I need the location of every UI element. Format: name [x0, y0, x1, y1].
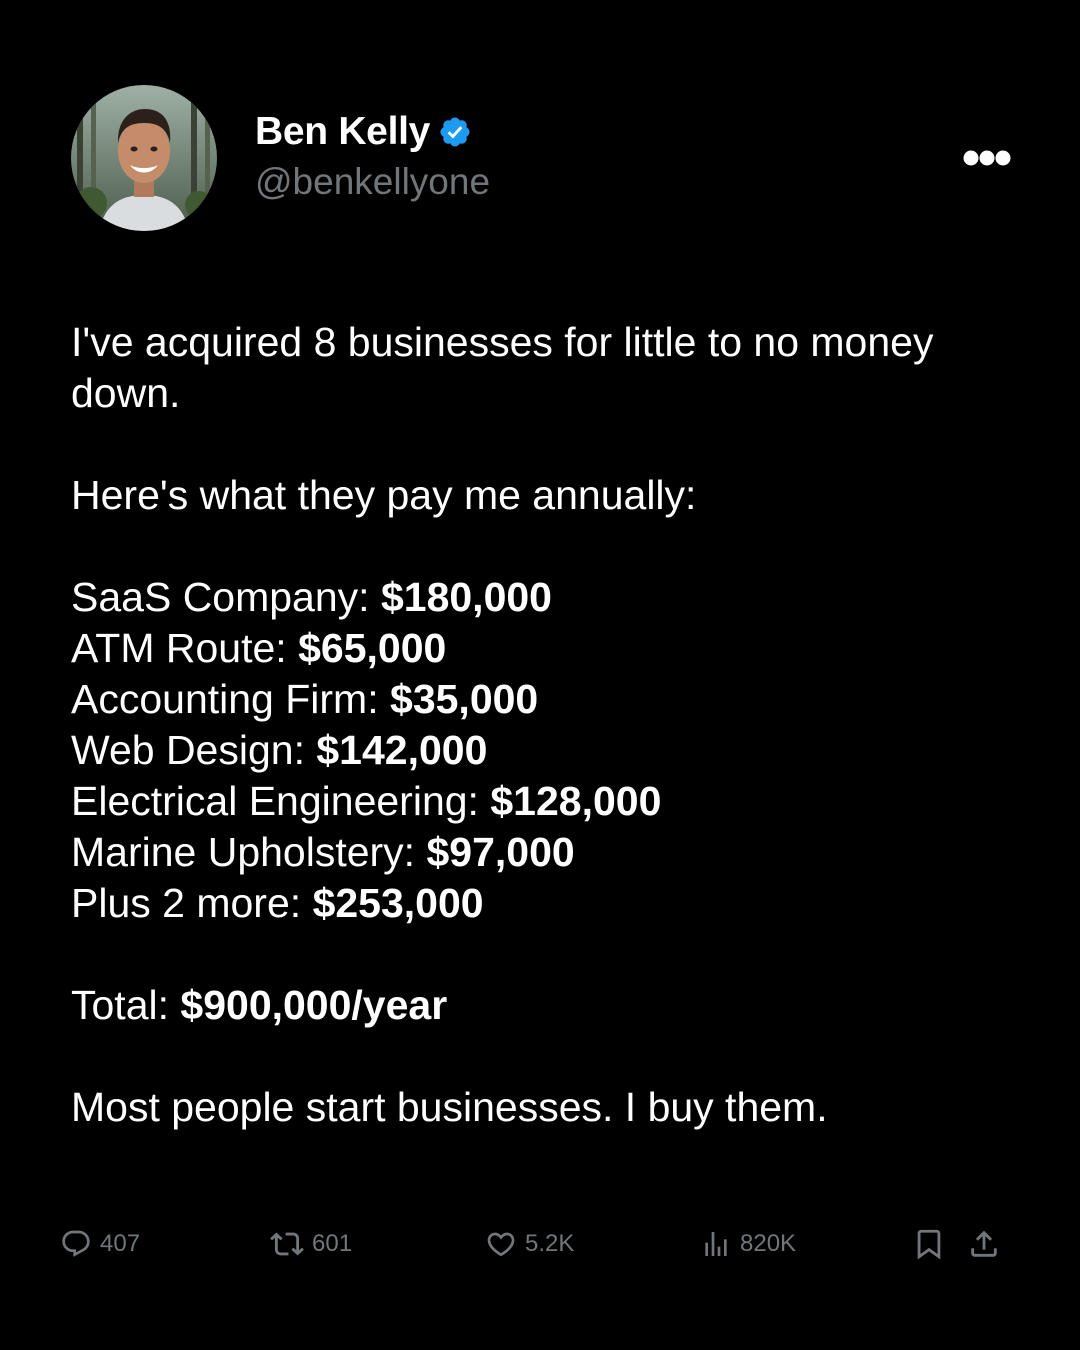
- income-line: ATM Route: $65,000: [71, 623, 1031, 674]
- display-name[interactable]: Ben Kelly: [255, 108, 430, 156]
- total-label: Total:: [71, 982, 169, 1028]
- income-amount: $97,000: [426, 829, 575, 875]
- income-amount: $142,000: [316, 727, 488, 773]
- repost-button[interactable]: 601: [270, 1224, 352, 1264]
- income-line: SaaS Company: $180,000: [71, 572, 1031, 623]
- verified-badge-icon: [438, 115, 472, 149]
- like-button[interactable]: 5.2K: [485, 1224, 574, 1264]
- income-amount: $180,000: [380, 574, 552, 620]
- income-amount: $253,000: [312, 880, 484, 926]
- tweet-text: I've acquired 8 businesses for little to…: [71, 317, 1031, 1133]
- handle[interactable]: @benkellyone: [255, 158, 490, 206]
- income-amount: $128,000: [490, 778, 662, 824]
- tweet-lead: Here's what they pay me annually:: [71, 472, 697, 518]
- income-label: Marine Upholstery:: [71, 829, 416, 875]
- total-line: Total: $900,000/year: [71, 980, 1031, 1031]
- share-icon: [967, 1227, 1001, 1261]
- more-dots-icon[interactable]: [962, 148, 1012, 168]
- income-line: Electrical Engineering: $128,000: [71, 776, 1031, 827]
- total-amount: $900,000/year: [180, 982, 448, 1028]
- views-button[interactable]: 820K: [700, 1224, 796, 1264]
- income-label: SaaS Company:: [71, 574, 370, 620]
- like-count: 5.2K: [525, 1230, 575, 1257]
- repost-count: 601: [312, 1230, 353, 1257]
- views-count: 820K: [740, 1230, 797, 1257]
- reply-icon: [60, 1228, 92, 1260]
- income-label: Plus 2 more:: [71, 880, 302, 926]
- repost-icon: [270, 1227, 304, 1261]
- share-button[interactable]: [967, 1224, 1001, 1264]
- income-line: Web Design: $142,000: [71, 725, 1031, 776]
- income-label: ATM Route:: [71, 625, 287, 671]
- bookmark-icon: [912, 1227, 946, 1261]
- tweet-author: Ben Kelly @benkellyone: [255, 108, 490, 206]
- income-amount: $35,000: [390, 676, 539, 722]
- avatar[interactable]: [71, 85, 217, 231]
- reply-button[interactable]: 407: [60, 1224, 140, 1264]
- income-line: Accounting Firm: $35,000: [71, 674, 1031, 725]
- tweet-intro: I've acquired 8 businesses for little to…: [71, 319, 934, 416]
- income-line: Marine Upholstery: $97,000: [71, 827, 1031, 878]
- income-label: Electrical Engineering:: [71, 778, 479, 824]
- tweet-action-bar: 407 601 5.2K 820K: [0, 1224, 1080, 1264]
- reply-count: 407: [100, 1230, 141, 1257]
- heart-icon: [485, 1228, 517, 1260]
- bookmark-button[interactable]: [912, 1224, 946, 1264]
- income-label: Web Design:: [71, 727, 305, 773]
- views-chart-icon: [700, 1228, 732, 1260]
- income-line: Plus 2 more: $253,000: [71, 878, 1031, 929]
- income-label: Accounting Firm:: [71, 676, 379, 722]
- tweet-closing: Most people start businesses. I buy them…: [71, 1084, 828, 1130]
- avatar-image: [71, 85, 217, 231]
- income-amount: $65,000: [298, 625, 447, 671]
